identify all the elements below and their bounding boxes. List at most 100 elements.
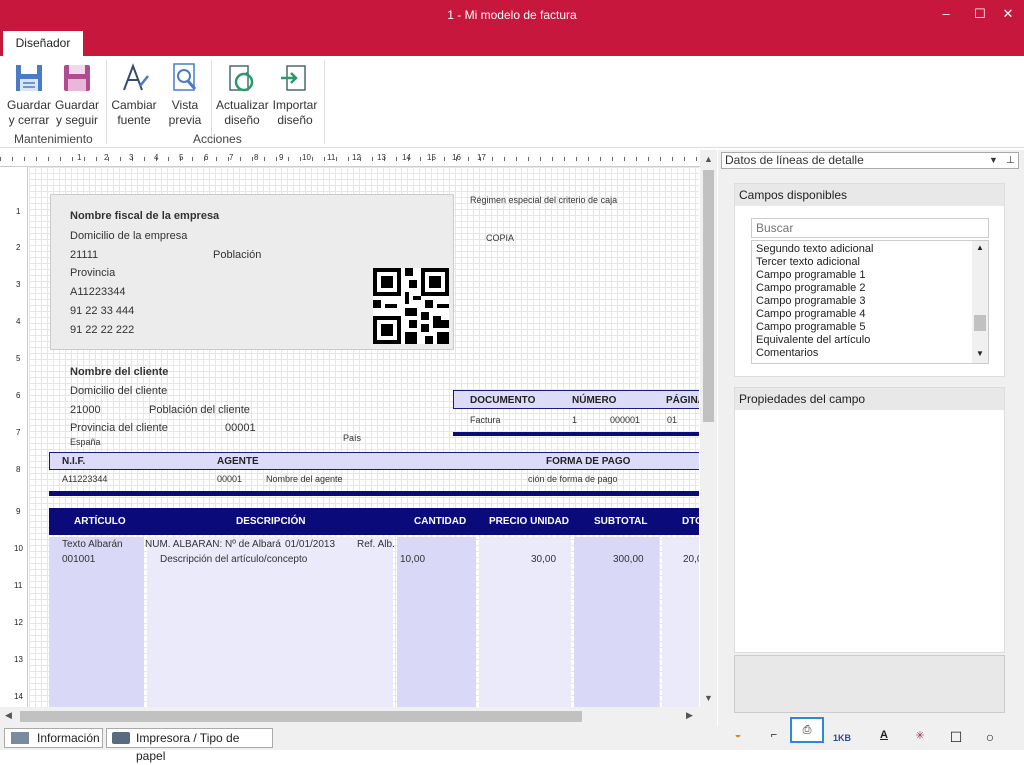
preview-button[interactable]: Vista previa bbox=[162, 62, 208, 128]
client-province[interactable]: Provincia del cliente bbox=[70, 422, 168, 434]
design-canvas[interactable]: Nombre fiscal de la empresa Domicilio de… bbox=[29, 167, 699, 707]
chevron-down-icon[interactable]: ▼ bbox=[976, 349, 984, 358]
section-combo-value: Datos de líneas de detalle bbox=[725, 153, 864, 167]
company-province[interactable]: Provincia bbox=[70, 267, 115, 279]
list-item[interactable]: Campo programable 4 bbox=[756, 308, 984, 321]
list-item[interactable]: Campo programable 2 bbox=[756, 282, 984, 295]
company-nif[interactable]: A11223344 bbox=[70, 286, 125, 298]
pin-icon[interactable]: ⊥ bbox=[1006, 153, 1015, 168]
vertical-scrollbar[interactable]: ▲ ▼ bbox=[700, 150, 717, 707]
ruler-label: 4 bbox=[16, 317, 21, 326]
change-font-button[interactable]: Cambiar fuente bbox=[111, 62, 157, 128]
list-item[interactable]: Segundo texto adicional bbox=[756, 243, 984, 256]
subtotal-value[interactable]: 300,00 bbox=[613, 554, 644, 565]
fecha-albaran[interactable]: 01/01/2013 bbox=[285, 539, 335, 550]
line-icon[interactable]: ✳ bbox=[910, 729, 930, 747]
update-design-button[interactable]: Actualizar diseño bbox=[216, 62, 269, 128]
list-item[interactable]: Equivalente del artículo bbox=[756, 334, 984, 347]
ribbon-tab-bar: Diseñador bbox=[0, 31, 1024, 56]
client-pais-label[interactable]: País bbox=[343, 433, 361, 443]
list-scroll-thumb[interactable] bbox=[974, 315, 986, 331]
client-city[interactable]: Población del cliente bbox=[149, 404, 250, 416]
scroll-left-icon[interactable]: ◀ bbox=[5, 710, 12, 721]
client-zip[interactable]: 21000 bbox=[70, 404, 101, 416]
update-design-label-2: diseño bbox=[224, 113, 260, 127]
rectangle-icon[interactable]: ☐ bbox=[946, 729, 966, 747]
info-icon bbox=[11, 732, 29, 744]
cantidad-value[interactable]: 10,00 bbox=[400, 554, 425, 565]
company-city[interactable]: Población bbox=[213, 249, 261, 261]
horizontal-scrollbar[interactable]: ◀ ▶ bbox=[0, 707, 717, 726]
client-country[interactable]: España bbox=[70, 437, 101, 447]
agente-name[interactable]: Nombre del agente bbox=[266, 474, 343, 484]
scroll-up-icon[interactable]: ▲ bbox=[704, 154, 713, 164]
ellipse-icon[interactable]: ○ bbox=[980, 729, 1000, 747]
texto-albaran[interactable]: Texto Albarán bbox=[62, 539, 123, 550]
preview-icon bbox=[173, 63, 197, 91]
list-scrollbar[interactable]: ▲ ▼ bbox=[972, 241, 988, 363]
company-phone1[interactable]: 91 22 33 444 bbox=[70, 305, 134, 317]
tab-informacion[interactable]: Información bbox=[4, 728, 103, 748]
precio-value[interactable]: 30,00 bbox=[531, 554, 556, 565]
client-code[interactable]: 00001 bbox=[225, 422, 256, 434]
vertical-scroll-thumb[interactable] bbox=[703, 170, 714, 422]
section-combo[interactable]: Datos de líneas de detalle ▼ ⊥ bbox=[721, 152, 1019, 169]
client-name[interactable]: Nombre del cliente bbox=[70, 366, 168, 378]
tab-impresora[interactable]: Impresora / Tipo de papel bbox=[106, 728, 273, 763]
scroll-right-icon[interactable]: ▶ bbox=[686, 710, 693, 721]
save-close-button[interactable]: Guardar y cerrar bbox=[6, 62, 52, 128]
chevron-up-icon[interactable]: ▲ bbox=[976, 243, 984, 252]
import-design-button[interactable]: Importar diseño bbox=[271, 62, 319, 128]
ref-albaran[interactable]: Ref. Alb. bbox=[357, 539, 395, 550]
image-icon[interactable]: ⌐ bbox=[764, 729, 784, 747]
scroll-down-icon[interactable]: ▼ bbox=[704, 693, 713, 703]
doc-page[interactable]: 01 bbox=[667, 415, 677, 425]
list-item[interactable]: Campo programable 3 bbox=[756, 295, 984, 308]
barcode-icon[interactable]: 1KB bbox=[832, 729, 852, 747]
maximize-button[interactable]: ☐ bbox=[970, 6, 990, 22]
doc-number[interactable]: 000001 bbox=[610, 415, 640, 425]
client-address[interactable]: Domicilio del cliente bbox=[70, 385, 167, 397]
horizontal-scroll-thumb[interactable] bbox=[20, 711, 582, 722]
list-item[interactable]: Comentarios bbox=[756, 347, 984, 360]
doc-serie[interactable]: 1 bbox=[572, 415, 577, 425]
list-item[interactable]: Campo programable 5 bbox=[756, 321, 984, 334]
list-item[interactable]: Tercer texto adicional bbox=[756, 256, 984, 269]
doc-type[interactable]: Factura bbox=[470, 415, 501, 425]
company-name[interactable]: Nombre fiscal de la empresa bbox=[70, 210, 219, 222]
copia-label[interactable]: COPIA bbox=[486, 233, 514, 243]
fields-list[interactable]: Segundo texto adicional Tercer texto adi… bbox=[751, 240, 989, 364]
ruler-label: 12 bbox=[14, 618, 23, 627]
import-design-label-1: Importar bbox=[272, 98, 318, 112]
forma-pago-value[interactable]: ción de forma de pago bbox=[528, 474, 618, 484]
text-icon[interactable]: A bbox=[874, 729, 894, 747]
articulo-desc[interactable]: Descripción del artículo/concepto bbox=[160, 554, 307, 565]
col-precio[interactable] bbox=[479, 537, 571, 707]
ribbon: Guardar y cerrar Guardar y seguir Cambia… bbox=[0, 56, 1024, 148]
regimen-label[interactable]: Régimen especial del criterio de caja bbox=[470, 195, 617, 205]
agente-code[interactable]: 00001 bbox=[217, 474, 242, 484]
ruler-label: 1 bbox=[16, 207, 21, 216]
list-item[interactable]: Campo programable 1 bbox=[756, 269, 984, 282]
articulo-code[interactable]: 001001 bbox=[62, 554, 95, 565]
ruler-label: 6 bbox=[204, 153, 209, 162]
color-icon[interactable]: ◒ bbox=[728, 729, 748, 747]
h-forma-pago: FORMA DE PAGO bbox=[546, 456, 631, 467]
search-input[interactable] bbox=[751, 218, 989, 238]
close-button[interactable]: ✕ bbox=[998, 6, 1018, 22]
nif-value[interactable]: A11223344 bbox=[62, 474, 107, 484]
save-close-icon bbox=[16, 65, 42, 91]
chevron-down-icon[interactable]: ▼ bbox=[989, 153, 998, 168]
ruler-label: 4 bbox=[154, 153, 159, 162]
tab-disenador[interactable]: Diseñador bbox=[3, 31, 83, 56]
company-zip[interactable]: 21111 bbox=[70, 249, 98, 261]
company-phone2[interactable]: 91 22 22 222 bbox=[70, 324, 134, 336]
company-address[interactable]: Domicilio de la empresa bbox=[70, 230, 187, 242]
num-albaran[interactable]: NUM. ALBARAN: Nº de Albará bbox=[145, 539, 281, 550]
printer-field-icon[interactable]: ⎙ bbox=[790, 717, 824, 743]
minimize-button[interactable]: – bbox=[936, 6, 956, 22]
save-continue-button[interactable]: Guardar y seguir bbox=[54, 62, 100, 128]
h-articulo: ARTÍCULO bbox=[74, 516, 126, 527]
qr-code-icon[interactable] bbox=[373, 268, 449, 344]
dto-value[interactable]: 20,0 bbox=[683, 554, 699, 565]
